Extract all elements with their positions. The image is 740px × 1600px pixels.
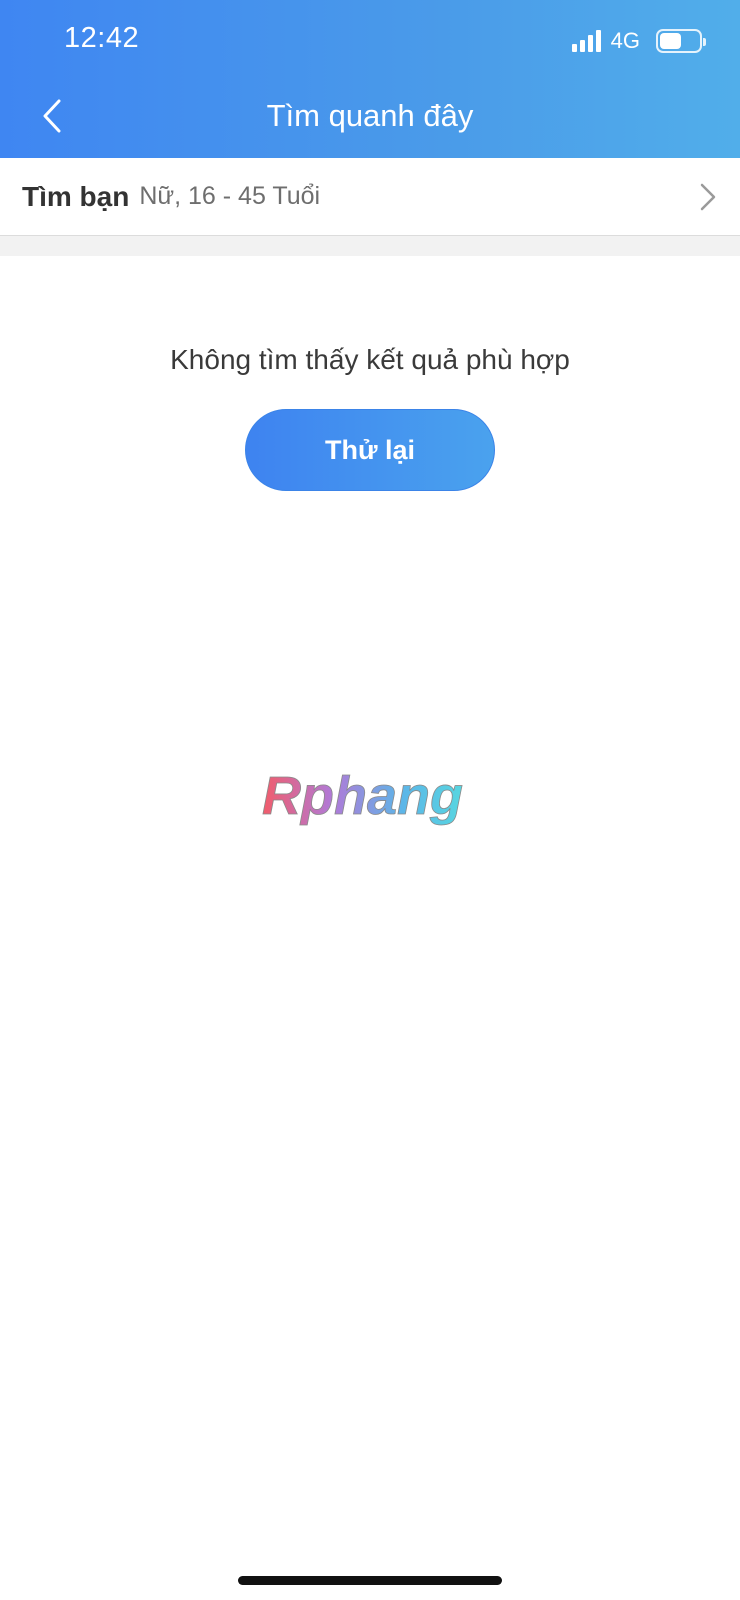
battery-fill [660, 33, 681, 49]
filter-row[interactable]: Tìm bạn Nữ, 16 - 45 Tuổi [0, 158, 740, 236]
header: 12:42 4G Tìm quanh đây [0, 0, 740, 158]
status-indicators: 4G [571, 26, 706, 56]
section-divider [0, 236, 740, 256]
chevron-right-icon [700, 183, 716, 211]
watermark-text: Rphang [262, 768, 463, 826]
home-indicator[interactable] [238, 1576, 502, 1585]
network-type: 4G [610, 28, 640, 53]
empty-state-message: Không tìm thấy kết quả phù hợp [170, 344, 570, 375]
filter-label: Tìm bạn [22, 180, 130, 212]
filter-value: Nữ, 16 - 45 Tuổi [139, 182, 321, 210]
battery-icon [656, 29, 706, 53]
signal-icon [571, 30, 601, 52]
retry-button[interactable]: Thử lại [245, 409, 495, 491]
screen: 12:42 4G Tìm quanh đây Tìm bạn Nữ, 16 - … [0, 0, 740, 1600]
status-time: 12:42 [64, 22, 140, 54]
page-title: Tìm quanh đây [266, 98, 474, 133]
watermark-logo: Rphang [262, 768, 464, 826]
